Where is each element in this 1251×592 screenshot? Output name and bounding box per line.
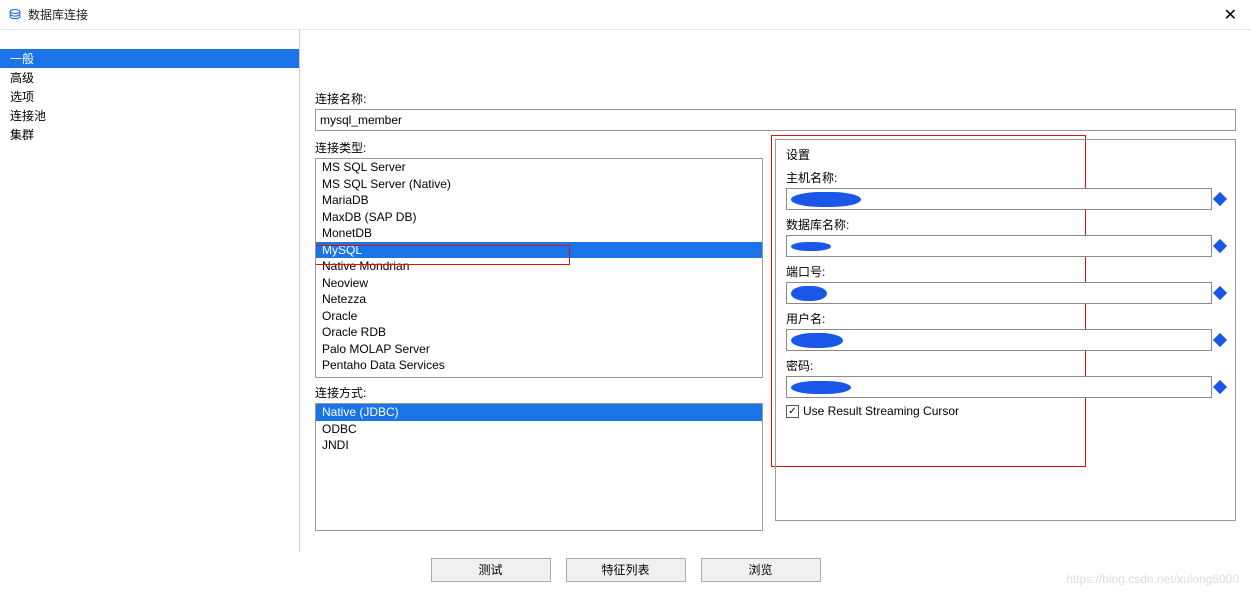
port-input[interactable] [786,282,1212,304]
conn-type-option[interactable]: Palo MOLAP Server [316,341,762,358]
test-button[interactable]: 测试 [431,558,551,582]
conn-type-option[interactable]: MS SQL Server (Native) [316,176,762,193]
conn-type-option[interactable]: MySQL [316,242,762,259]
db-input[interactable] [786,235,1212,257]
conn-type-option[interactable]: Neoview [316,275,762,292]
conn-type-option[interactable]: MariaDB [316,192,762,209]
conn-type-option[interactable]: MaxDB (SAP DB) [316,209,762,226]
conn-type-option[interactable]: Pentaho Data Services [316,357,762,374]
user-var-button[interactable] [1213,333,1227,347]
host-label: 主机名称: [786,169,1225,186]
conn-name-input[interactable] [315,109,1236,131]
conn-type-listbox[interactable]: MS SQL ServerMS SQL Server (Native)Maria… [315,158,763,378]
streaming-cursor-checkbox[interactable]: ✓ [786,405,799,418]
settings-panel: 设置 主机名称: 数据库名称: [775,139,1236,521]
conn-name-label: 连接名称: [315,90,1236,107]
close-button[interactable]: ✕ [1218,5,1243,25]
conn-method-option[interactable]: ODBC [316,421,762,438]
conn-method-option[interactable]: Native (JDBC) [316,404,762,421]
streaming-cursor-label: Use Result Streaming Cursor [803,404,959,418]
pass-label: 密码: [786,357,1225,374]
conn-type-label: 连接类型: [315,139,763,156]
user-input[interactable] [786,329,1212,351]
user-label: 用户名: [786,310,1225,327]
conn-method-option[interactable]: JNDI [316,437,762,454]
titlebar: 数据库连接 ✕ [0,0,1251,30]
settings-heading: 设置 [786,146,1225,163]
port-label: 端口号: [786,263,1225,280]
database-icon [8,8,22,22]
sidebar-item-1[interactable]: 高级 [0,68,299,87]
conn-type-option[interactable]: MonetDB [316,225,762,242]
footer: 测试 特征列表 浏览 [0,552,1251,592]
conn-type-option[interactable]: Oracle RDB [316,324,762,341]
window-title: 数据库连接 [28,6,1218,23]
conn-method-listbox[interactable]: Native (JDBC)ODBCJNDI [315,403,763,531]
db-label: 数据库名称: [786,216,1225,233]
pass-var-button[interactable] [1213,380,1227,394]
db-var-button[interactable] [1213,239,1227,253]
conn-type-option[interactable]: MS SQL Server [316,159,762,176]
sidebar-item-2[interactable]: 选项 [0,87,299,106]
conn-type-option[interactable]: Netezza [316,291,762,308]
features-button[interactable]: 特征列表 [566,558,686,582]
sidebar-item-4[interactable]: 集群 [0,125,299,144]
port-var-button[interactable] [1213,286,1227,300]
sidebar-item-3[interactable]: 连接池 [0,106,299,125]
host-var-button[interactable] [1213,192,1227,206]
browse-button[interactable]: 浏览 [701,558,821,582]
conn-type-option[interactable]: Oracle [316,308,762,325]
host-input[interactable] [786,188,1212,210]
conn-type-option[interactable]: Native Mondrian [316,258,762,275]
sidebar-item-0[interactable]: 一般 [0,49,299,68]
sidebar: 一般高级选项连接池集群 [0,30,300,552]
conn-method-label: 连接方式: [315,384,763,401]
pass-input[interactable] [786,376,1212,398]
